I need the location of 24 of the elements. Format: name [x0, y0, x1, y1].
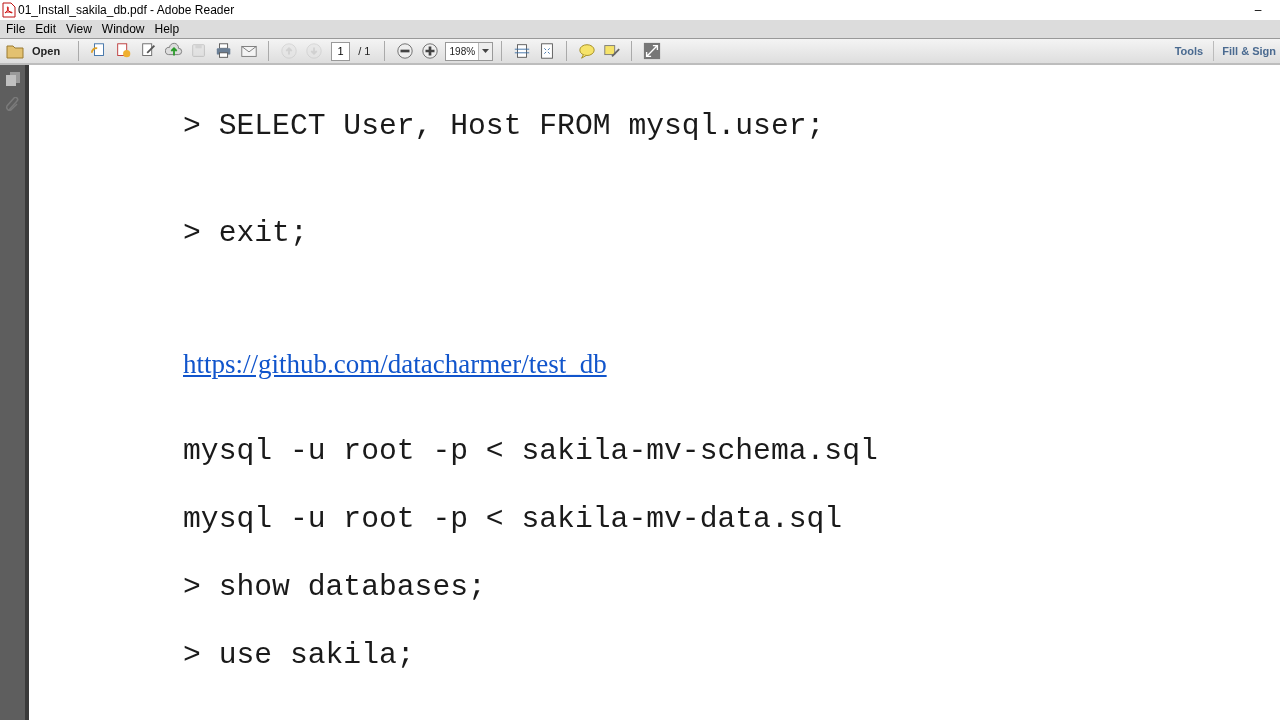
menu-item[interactable]: Help — [149, 20, 185, 38]
zoom-field[interactable]: 198% — [445, 41, 494, 61]
open-button[interactable]: Open — [4, 42, 63, 60]
page-number-field[interactable]: 1 — [331, 41, 351, 61]
menu-item[interactable]: File — [1, 20, 31, 38]
paperclip-icon[interactable] — [4, 97, 21, 113]
dropdown-caret-icon[interactable] — [482, 49, 490, 53]
url-link[interactable]: https://github.com/datacharmer/test_db — [183, 343, 607, 385]
code-line: > show databases; — [183, 568, 486, 606]
minimize-button[interactable]: – — [1238, 1, 1278, 19]
pages-icon[interactable] — [4, 71, 21, 87]
code-line: mysql -u root -p < sakila-mv-data.sql — [183, 500, 843, 538]
code-line: > SELECT User, Host FROM mysql.user; — [183, 107, 825, 145]
tools-link[interactable]: Fill & Sign — [1222, 42, 1276, 60]
tools-link[interactable]: Tools — [1174, 42, 1204, 60]
code-line: mysql -u root -p < sakila-mv-schema.sql — [183, 432, 878, 470]
code-line: > use sakila; — [183, 636, 415, 674]
page-count: / 1 — [358, 43, 371, 59]
folder-icon — [6, 43, 26, 59]
window-title: 01_Install_sakila_db.pdf - Adobe Reader — [18, 2, 235, 19]
menu-item[interactable]: Edit — [30, 20, 62, 38]
menu-item[interactable]: View — [61, 20, 97, 38]
menu-item[interactable]: Window — [96, 20, 150, 38]
code-line: > exit; — [183, 214, 308, 252]
